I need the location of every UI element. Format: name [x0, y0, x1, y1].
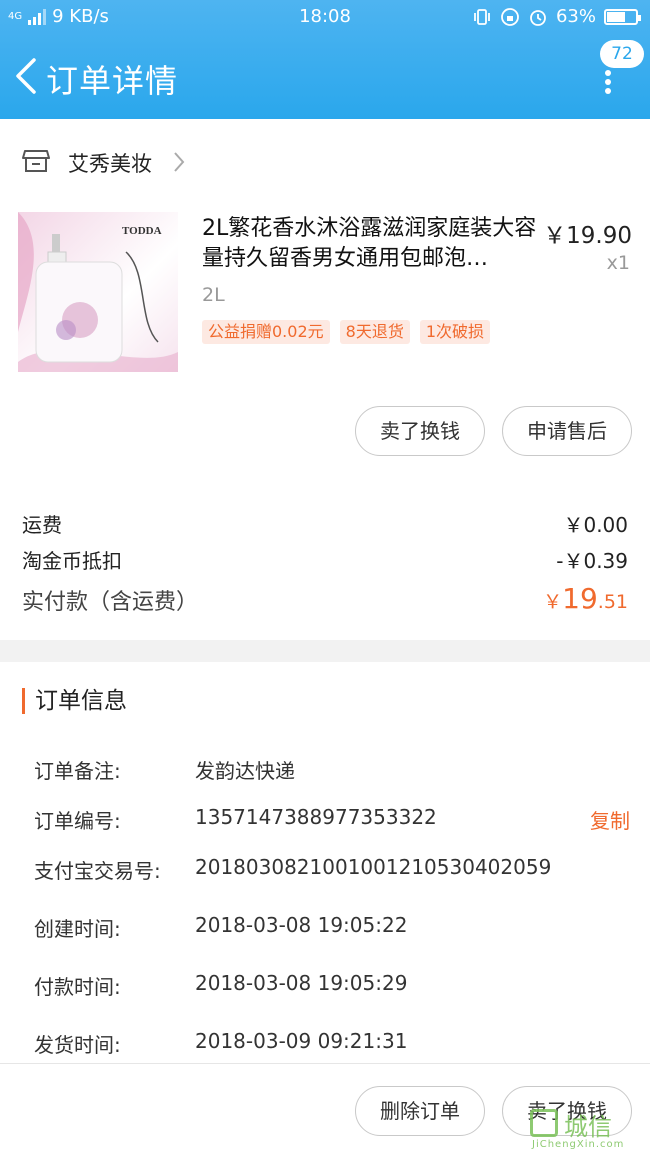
section-divider — [0, 640, 650, 662]
after-sale-button[interactable]: 申请售后 — [502, 406, 632, 456]
total-label: 实付款（含运费） — [22, 590, 199, 615]
product-spec: 2L — [202, 284, 225, 306]
product-price: ￥19.90 — [543, 223, 632, 249]
rotation-lock-icon — [501, 7, 519, 26]
total-row: 实付款（含运费） ￥19.51 — [22, 582, 628, 616]
tag-return: 8天退货 — [339, 320, 410, 344]
page-title: 订单详情 — [46, 62, 179, 100]
info-label: 发货时间: — [34, 1033, 121, 1057]
info-label: 创建时间: — [34, 917, 121, 941]
product-quantity: x1 — [606, 252, 630, 274]
top-bar: 4G 9 KB/s 18:08 63% 订单详情 72 — [0, 0, 650, 119]
brand-label: TODDA — [122, 225, 162, 237]
service-tags: 公益捐赠0.02元 8天退货 1次破损 — [202, 320, 491, 344]
info-value: 2018-03-08 19:05:29 — [195, 971, 408, 995]
sell-for-cash-button[interactable]: 卖了换钱 — [355, 406, 485, 456]
more-menu-icon[interactable] — [604, 70, 612, 94]
bottle-illustration: TODDA — [18, 212, 178, 372]
tag-damage: 1次破损 — [419, 320, 491, 344]
info-label: 订单备注: — [34, 759, 121, 783]
message-count-badge[interactable]: 72 — [600, 40, 644, 68]
chevron-right-icon — [174, 152, 185, 172]
total-amount: ￥19.51 — [543, 582, 628, 615]
bottom-action-bar: 删除订单 卖了换钱 城信 JiChengXin.com — [0, 1063, 650, 1155]
info-value: 2018030821001001210530402059 — [195, 855, 552, 879]
product-image[interactable]: TODDA — [18, 212, 178, 372]
copy-button[interactable]: 复制 — [590, 805, 630, 834]
product-item[interactable]: TODDA 2L繁花香水沐浴露滋润家庭装大容量持久留香男女通用包邮泡… ￥19.… — [0, 200, 650, 390]
coin-label: 淘金币抵扣 — [22, 549, 122, 573]
vibrate-icon — [474, 8, 490, 25]
delete-order-button[interactable]: 删除订单 — [355, 1086, 485, 1136]
shipping-value: ￥0.00 — [563, 513, 628, 537]
watermark-logo: 城信 JiChengXin.com — [528, 1107, 646, 1151]
watermark-text: 城信 — [564, 1113, 612, 1141]
product-title[interactable]: 2L繁花香水沐浴露滋润家庭装大容量持久留香男女通用包邮泡… — [202, 214, 540, 276]
total-decimal: .51 — [597, 591, 628, 613]
total-integer: 19 — [562, 582, 598, 615]
info-value: 发韵达快递 — [195, 759, 295, 783]
order-info-title: 订单信息 — [22, 688, 127, 714]
shop-row[interactable]: 艾秀美妆 — [0, 140, 650, 186]
watermark-square-icon — [530, 1109, 558, 1137]
status-right: 63% — [472, 6, 641, 27]
info-value: 2018-03-08 19:05:22 — [195, 913, 408, 937]
info-value: 1357147388977353322 — [195, 805, 437, 829]
battery-icon — [604, 8, 641, 25]
watermark-subtext: JiChengXin.com — [532, 1139, 625, 1150]
coin-row: 淘金币抵扣 -￥0.39 — [22, 545, 628, 574]
info-value: 2018-03-09 09:21:31 — [195, 1029, 408, 1053]
shipping-row: 运费 ￥0.00 — [22, 509, 628, 538]
tag-donation: 公益捐赠0.02元 — [202, 320, 330, 344]
store-icon — [22, 150, 50, 172]
alarm-icon — [530, 9, 546, 26]
shop-name[interactable]: 艾秀美妆 — [68, 148, 152, 178]
status-bar: 4G 9 KB/s 18:08 63% — [0, 0, 650, 34]
coin-value: -￥0.39 — [556, 549, 628, 573]
battery-percent: 63% — [555, 6, 596, 27]
info-label: 付款时间: — [34, 975, 121, 999]
back-arrow-icon[interactable] — [10, 56, 40, 96]
header: 订单详情 72 — [0, 40, 650, 119]
info-label: 支付宝交易号: — [34, 859, 161, 883]
shipping-label: 运费 — [22, 513, 62, 537]
currency-symbol: ￥ — [543, 591, 563, 613]
info-label: 订单编号: — [34, 809, 121, 833]
